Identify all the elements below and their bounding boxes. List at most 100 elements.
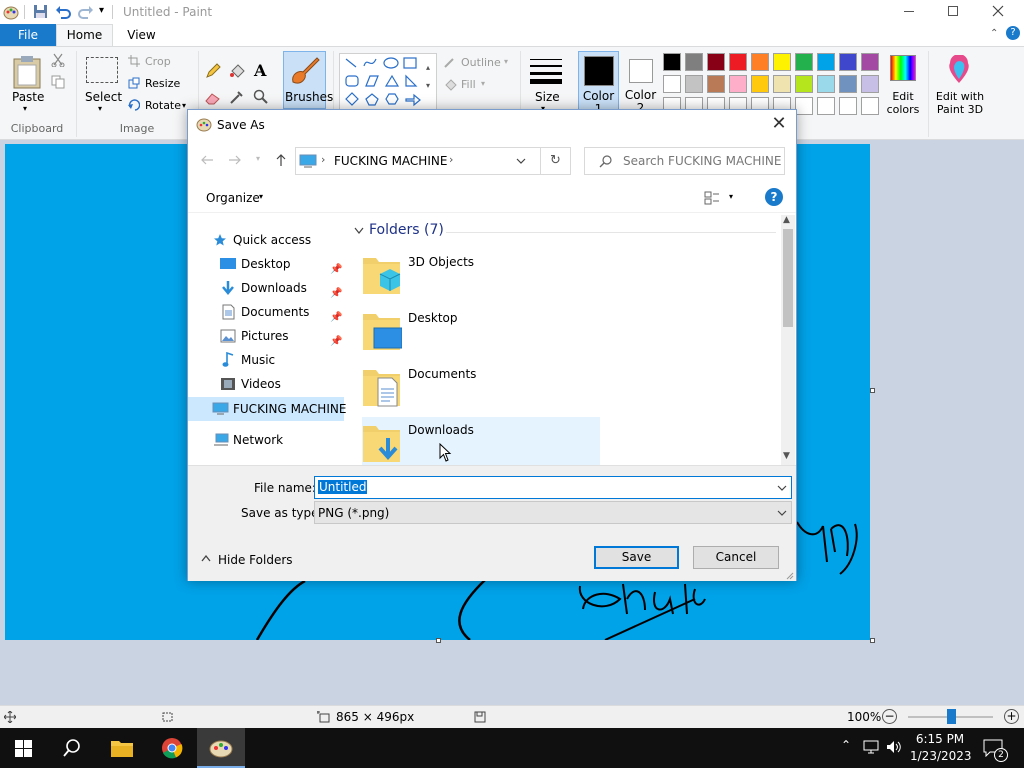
folder-downloads[interactable]: Downloads: [362, 417, 600, 465]
select-button[interactable]: Select: [85, 90, 122, 104]
maximize-button[interactable]: [948, 6, 958, 16]
resize-icon[interactable]: [128, 77, 140, 89]
palette-swatch[interactable]: [707, 53, 725, 71]
breadcrumb-chevron-icon[interactable]: ›: [449, 153, 453, 166]
saveas-type-select[interactable]: PNG (*.png): [314, 501, 792, 524]
color2-button[interactable]: Color 2: [621, 51, 660, 113]
rotate-icon[interactable]: [128, 99, 140, 111]
nav-item-pictures[interactable]: Pictures 📌: [220, 325, 346, 347]
hide-folders-button[interactable]: Hide Folders: [200, 550, 300, 570]
file-explorer-icon[interactable]: [110, 738, 134, 758]
organize-dropdown-icon[interactable]: ▾: [259, 192, 263, 201]
shapes-scroll-up-icon[interactable]: ▴: [426, 63, 430, 72]
undo-icon[interactable]: [55, 4, 71, 19]
resize-handle-bottom[interactable]: [436, 638, 441, 643]
palette-swatch[interactable]: [817, 53, 835, 71]
palette-swatch[interactable]: [839, 75, 857, 93]
edit-with-paint3d-button[interactable]: Edit with Paint 3D: [933, 90, 987, 116]
palette-swatch[interactable]: [817, 97, 835, 115]
view-options-icon[interactable]: [704, 191, 720, 205]
crop-icon[interactable]: [128, 55, 140, 67]
rotate-dropdown-icon[interactable]: ▾: [182, 101, 186, 110]
color1-button[interactable]: Color 1: [578, 51, 619, 113]
zoom-slider-thumb[interactable]: [946, 709, 956, 724]
view-options-dropdown-icon[interactable]: ▾: [729, 192, 733, 201]
breadcrumb-location[interactable]: FUCKING MACHINE: [334, 154, 447, 168]
resize-grip-icon[interactable]: [784, 570, 794, 580]
nav-this-pc[interactable]: FUCKING MACHINE: [188, 397, 346, 421]
minimize-button[interactable]: [904, 11, 914, 12]
paste-dropdown-icon[interactable]: ▾: [23, 104, 27, 113]
nav-item-music[interactable]: Music: [220, 349, 346, 371]
paint-taskbar-button[interactable]: [197, 728, 245, 768]
refresh-button[interactable]: ↻: [540, 147, 571, 175]
folder-documents[interactable]: Documents: [362, 361, 600, 413]
brushes-button[interactable]: Brushes: [283, 51, 333, 109]
redo-icon[interactable]: [78, 4, 94, 19]
fill-dropdown-icon[interactable]: ▾: [481, 79, 485, 88]
select-icon[interactable]: [86, 57, 118, 83]
outline-dropdown-icon[interactable]: ▾: [504, 57, 508, 66]
size-button[interactable]: Size: [535, 90, 560, 104]
tab-view[interactable]: View: [113, 24, 170, 46]
palette-swatch[interactable]: [773, 53, 791, 71]
palette-swatch[interactable]: [729, 53, 747, 71]
filename-dropdown-icon[interactable]: [777, 485, 787, 492]
palette-swatch[interactable]: [773, 75, 791, 93]
up-arrow-icon[interactable]: [274, 153, 288, 167]
scrollbar-thumb[interactable]: [783, 229, 793, 327]
paste-button[interactable]: Paste: [12, 90, 44, 104]
tab-home[interactable]: Home: [56, 24, 113, 46]
rotate-button[interactable]: Rotate: [145, 99, 181, 112]
folders-collapse-chevron-icon[interactable]: [354, 227, 364, 235]
fill-bucket-icon[interactable]: [229, 63, 245, 79]
magnifier-icon[interactable]: [253, 89, 269, 105]
palette-swatch[interactable]: [707, 75, 725, 93]
folders-group-header[interactable]: Folders (7): [369, 222, 444, 238]
nav-quick-access[interactable]: Quick access: [213, 229, 343, 251]
paint3d-icon[interactable]: [946, 55, 972, 85]
search-box[interactable]: Search FUCKING MACHINE: [584, 147, 785, 175]
copy-icon[interactable]: [51, 75, 65, 89]
outline-icon[interactable]: [443, 55, 457, 69]
windows-start-icon[interactable]: [15, 740, 32, 757]
chrome-icon[interactable]: [161, 737, 183, 759]
tray-date[interactable]: 1/23/2023: [910, 749, 972, 763]
fill-button[interactable]: Fill: [461, 78, 476, 91]
volume-tray-icon[interactable]: [886, 740, 902, 754]
cancel-button[interactable]: Cancel: [693, 546, 779, 569]
palette-swatch[interactable]: [839, 53, 857, 71]
palette-swatch[interactable]: [795, 53, 813, 71]
back-arrow-icon[interactable]: [200, 153, 214, 167]
edit-colors-button[interactable]: Edit colors: [884, 90, 922, 116]
search-taskbar-icon[interactable]: [63, 739, 81, 757]
dialog-close-button[interactable]: ✕: [768, 115, 790, 134]
qat-customize-dropdown[interactable]: ▾: [99, 5, 104, 16]
nav-network[interactable]: Network: [213, 429, 343, 451]
shapes-scroll-down-icon[interactable]: ▾: [426, 81, 430, 90]
palette-swatch[interactable]: [795, 97, 813, 115]
palette-swatch[interactable]: [751, 53, 769, 71]
dialog-help-icon[interactable]: ?: [765, 188, 783, 206]
palette-swatch[interactable]: [685, 53, 703, 71]
nav-item-downloads[interactable]: Downloads 📌: [220, 277, 346, 299]
tray-chevron-icon[interactable]: ⌃: [841, 738, 851, 752]
folder-3d-objects[interactable]: 3D Objects: [362, 249, 600, 301]
zoom-in-button[interactable]: +: [1004, 709, 1019, 724]
ribbon-minimize-chevron-icon[interactable]: ⌃: [990, 28, 998, 39]
nav-item-documents[interactable]: Documents 📌: [220, 301, 346, 323]
scroll-up-icon[interactable]: ▲: [783, 215, 790, 225]
close-window-button[interactable]: [992, 5, 1004, 17]
recent-locations-chevron-icon[interactable]: ▾: [256, 154, 260, 163]
outline-button[interactable]: Outline: [461, 56, 501, 69]
resize-handle-corner[interactable]: [870, 638, 875, 643]
help-icon[interactable]: ?: [1006, 26, 1020, 40]
palette-swatch[interactable]: [861, 97, 879, 115]
shapes-gallery[interactable]: [339, 53, 437, 115]
nav-item-desktop[interactable]: Desktop 📌: [220, 253, 346, 275]
network-tray-icon[interactable]: [863, 740, 879, 754]
palette-swatch[interactable]: [685, 75, 703, 93]
resize-handle-right[interactable]: [870, 388, 875, 393]
cut-icon[interactable]: [51, 53, 65, 67]
folder-scrollbar[interactable]: ▲ ▼: [781, 215, 795, 465]
